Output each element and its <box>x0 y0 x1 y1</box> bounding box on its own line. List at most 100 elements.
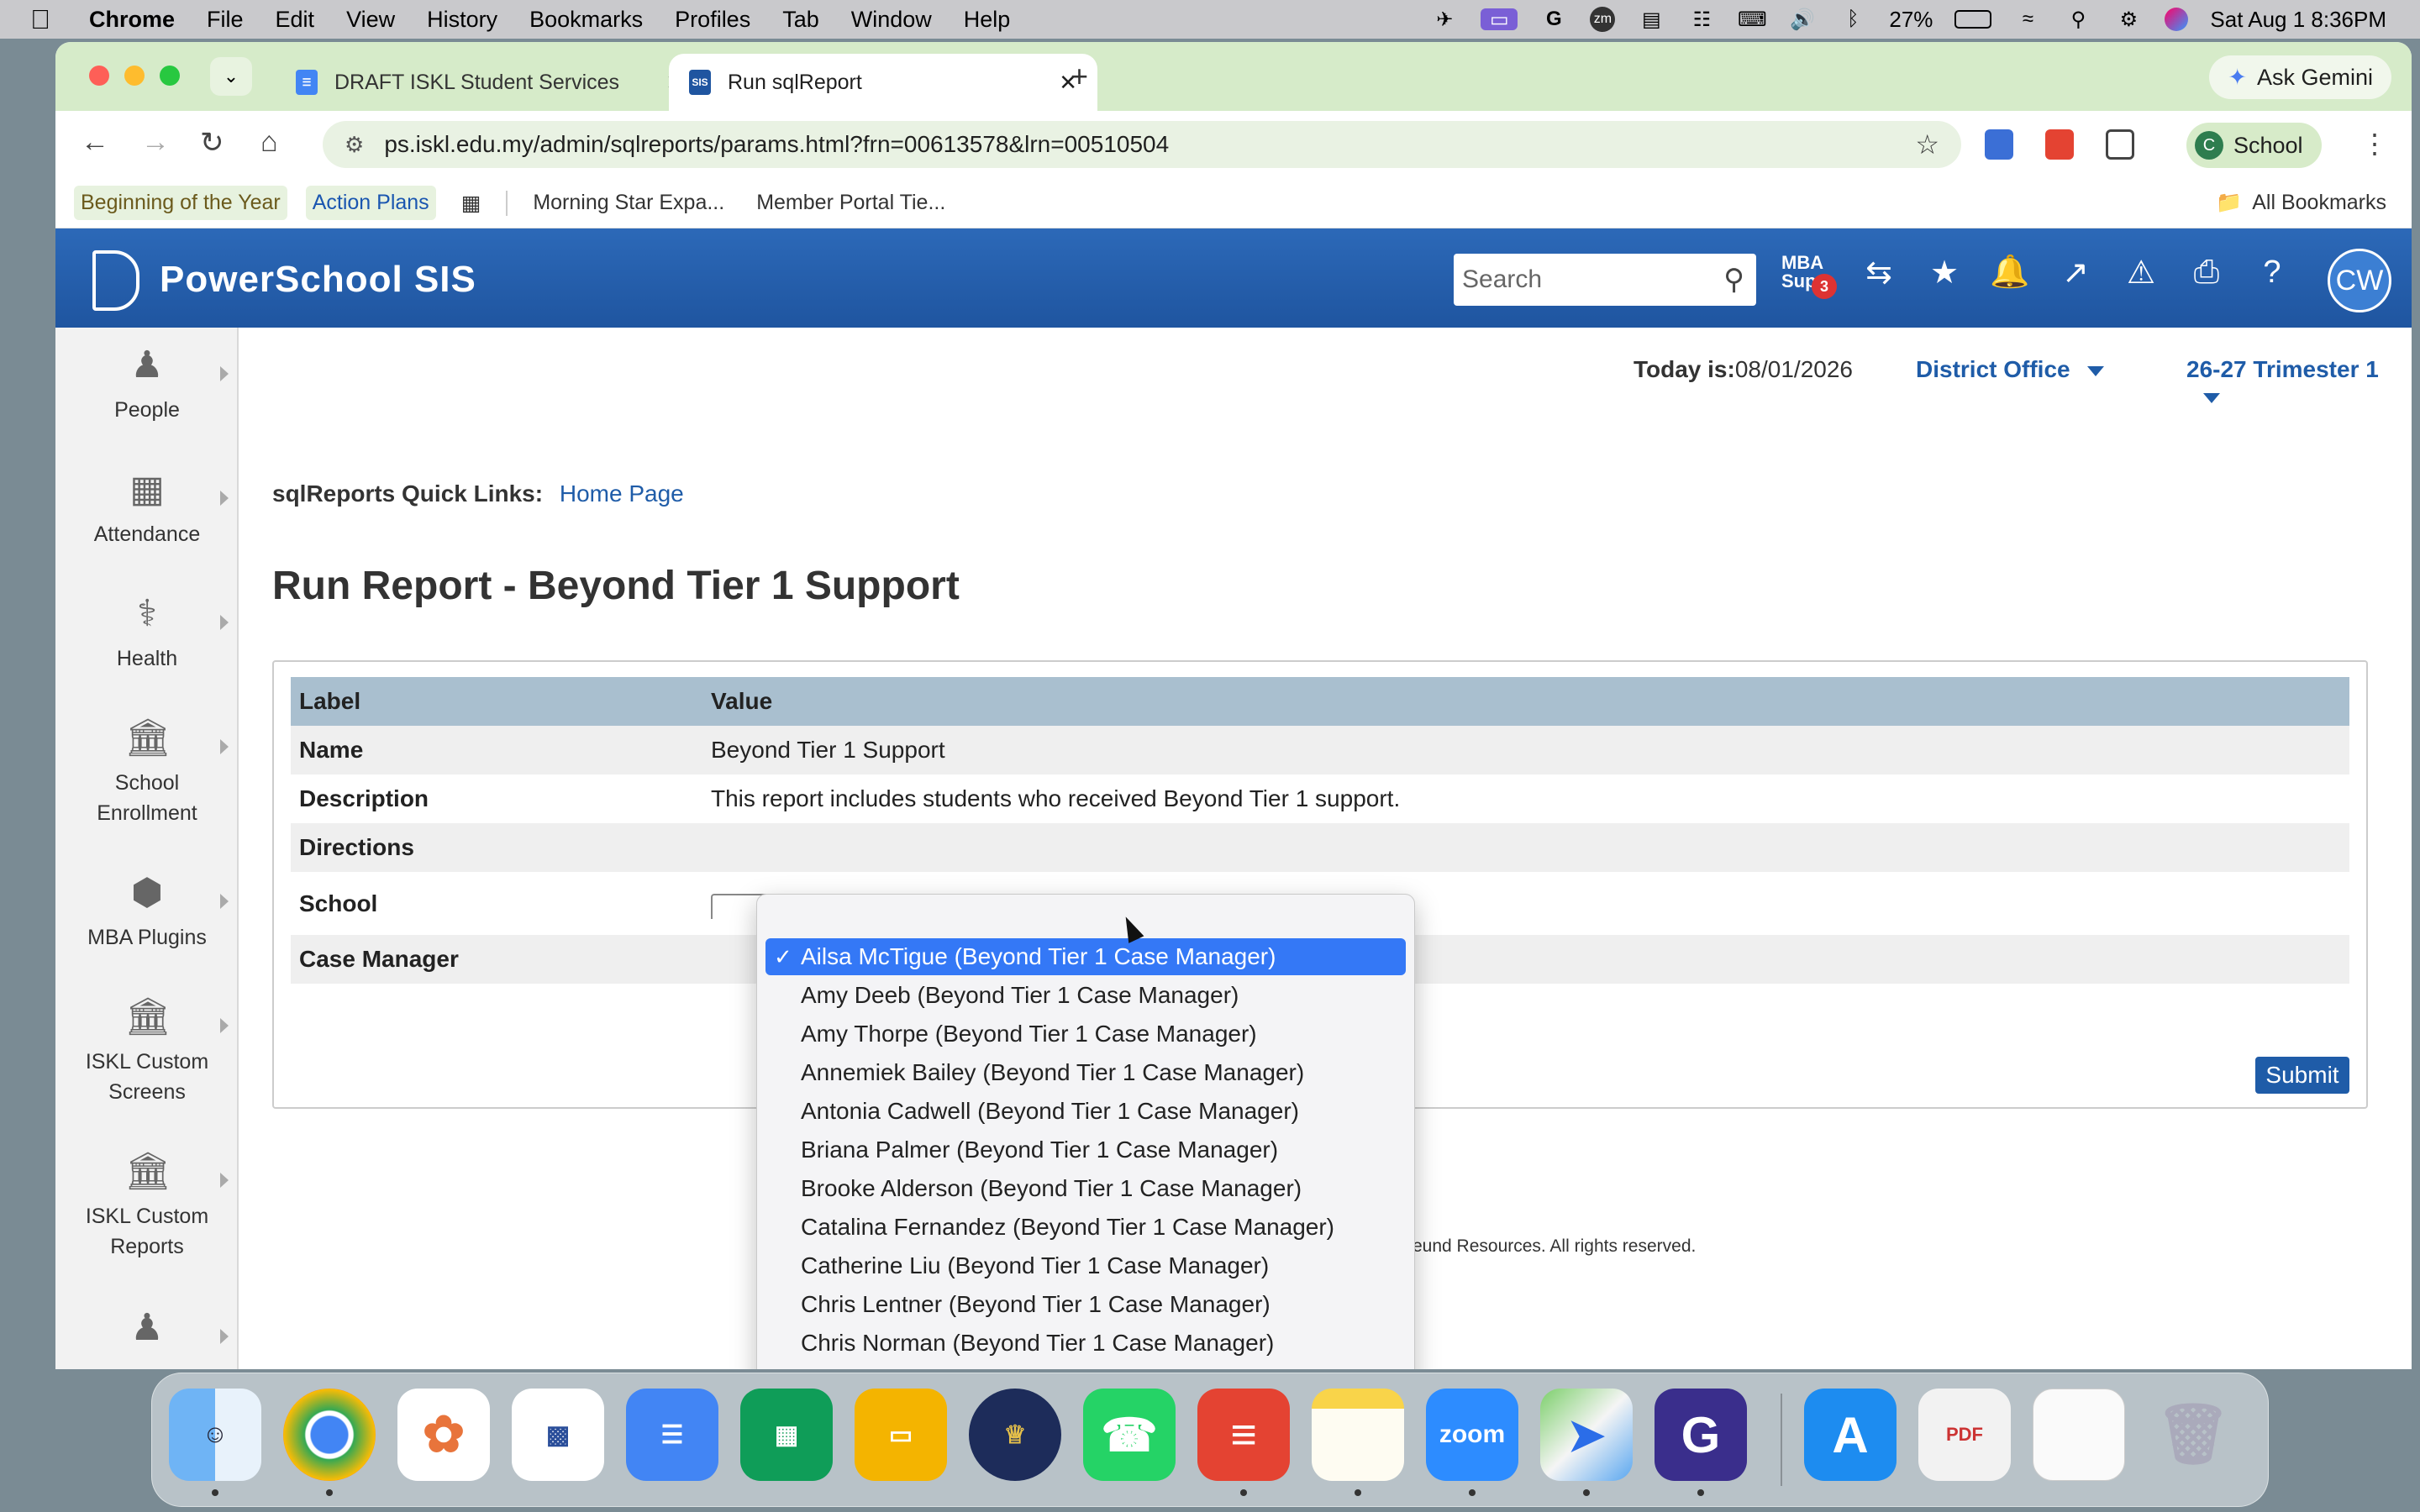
battery-icon[interactable] <box>1954 10 1992 29</box>
tab-search-button[interactable]: ⌄ <box>210 57 252 96</box>
nav-health[interactable]: ⚕ Health <box>55 591 239 674</box>
screen-mirror-icon[interactable]: ▭ <box>1481 8 1518 31</box>
keynote-presenter-icon[interactable]: ▩ <box>512 1389 604 1481</box>
wifi-icon[interactable]: ≈ <box>2013 8 2042 30</box>
nav-more[interactable]: ♟ <box>55 1305 239 1357</box>
google-slides-dock-icon[interactable]: ▭ <box>855 1389 947 1481</box>
menu-help[interactable]: Help <box>964 7 1011 33</box>
nav-iskl-custom-screens[interactable]: 🏛 ISKL Custom Screens <box>55 995 239 1107</box>
zoom-dock-icon[interactable]: zoom <box>1426 1389 1518 1481</box>
apps-grid-icon[interactable]: ▦ <box>455 186 488 221</box>
trash-icon[interactable]: 🗑 <box>2147 1389 2239 1481</box>
google-docs-dock-icon[interactable]: ☰ <box>626 1389 718 1481</box>
new-tab-icon[interactable]: + <box>1071 59 1088 94</box>
dropdown-option[interactable]: Brooke Alderson (Beyond Tier 1 Case Mana… <box>765 1170 1406 1207</box>
apple-menu-icon[interactable]:  <box>30 4 64 35</box>
bookmark-morning-star[interactable]: Morning Star Expa... <box>526 186 731 220</box>
user-avatar[interactable]: CW <box>2328 249 2391 312</box>
pdf-document-icon[interactable]: PDF <box>1918 1389 2011 1481</box>
switch-arrows-icon[interactable]: ⇆ <box>1860 254 1897 291</box>
dropdown-option[interactable]: ✓ Ailsa McTigue (Beyond Tier 1 Case Manag… <box>765 938 1406 975</box>
chrome-icon[interactable] <box>283 1389 376 1481</box>
mba-support-icon[interactable]: MBA Supp 3 <box>1781 254 1837 299</box>
header-search-input[interactable]: Search ⚲ <box>1454 254 1756 306</box>
powerschool-logo-icon[interactable] <box>92 250 139 311</box>
bookmark-beginning-of-year[interactable]: Beginning of the Year <box>74 186 287 220</box>
print-icon[interactable]: ⎙ <box>2188 254 2225 291</box>
back-arrow-icon[interactable]: ← <box>81 126 109 159</box>
google-sheets-dock-icon[interactable]: ▦ <box>740 1389 833 1481</box>
dropdown-option[interactable]: Annemiek Bailey (Beyond Tier 1 Case Mana… <box>765 1054 1406 1091</box>
control-center-icon[interactable]: ⚙ <box>2114 8 2143 31</box>
nav-attendance[interactable]: ▦ Attendance <box>55 467 239 549</box>
recent-window-icon[interactable] <box>2033 1389 2125 1481</box>
photos-icon[interactable]: ✿ <box>397 1389 490 1481</box>
menu-view[interactable]: View <box>346 7 395 33</box>
keyboard-input-icon[interactable]: ⌨ <box>1738 8 1767 31</box>
bookmark-member-portal[interactable]: Member Portal Tie... <box>750 186 952 220</box>
menu-app-name[interactable]: Chrome <box>89 7 175 33</box>
spotlight-search-icon[interactable]: ⚲ <box>2064 8 2092 31</box>
dropdown-option[interactable]: Antonia Cadwell (Beyond Tier 1 Case Mana… <box>765 1093 1406 1130</box>
address-bar[interactable]: ⚙ ps.iskl.edu.my/admin/sqlreports/params… <box>323 121 1961 168</box>
nav-mba-plugins[interactable]: ⬢ MBA Plugins <box>55 870 239 953</box>
extension-upload-icon[interactable] <box>1985 129 2013 160</box>
maps-icon[interactable]: ➤ <box>1540 1389 1633 1481</box>
help-icon[interactable]: ? <box>2254 254 2291 291</box>
tab-run-sqlreport[interactable]: SIS Run sqlReport ✕ <box>669 54 1097 111</box>
home-icon[interactable]: ⌂ <box>260 126 278 159</box>
search-icon[interactable]: ⚲ <box>1723 263 1744 297</box>
menu-window[interactable]: Window <box>851 7 932 33</box>
zoom-menubar-icon[interactable]: zm <box>1590 7 1616 32</box>
finder-icon[interactable]: ☺ <box>169 1389 261 1481</box>
wallet-icon[interactable]: ▤ <box>1637 8 1665 31</box>
airplane-icon[interactable]: ✈ <box>1430 8 1459 31</box>
notes-icon[interactable] <box>1312 1389 1404 1481</box>
menu-profiles[interactable]: Profiles <box>675 7 750 33</box>
case-manager-dropdown[interactable]: ✓ Ailsa McTigue (Beyond Tier 1 Case Manag… <box>756 894 1415 1369</box>
bookmark-star-icon[interactable]: ☆ <box>1915 129 1939 160</box>
menu-bookmarks[interactable]: Bookmarks <box>529 7 643 33</box>
dropdown-option[interactable]: Catherine Liu (Beyond Tier 1 Case Manage… <box>765 1247 1406 1284</box>
stack-icon[interactable]: ☷ <box>1687 8 1716 31</box>
school-selector[interactable]: District Office <box>1916 356 2104 383</box>
school-crest-icon[interactable]: ♕ <box>969 1389 1061 1481</box>
menu-history[interactable]: History <box>427 7 497 33</box>
menubar-clock[interactable]: Sat Aug 1 8:36PM <box>2210 7 2386 33</box>
extension-todoist-icon[interactable] <box>2045 129 2074 160</box>
dropdown-option[interactable]: Chris Norman (Beyond Tier 1 Case Manager… <box>765 1325 1406 1362</box>
favorites-star-icon[interactable]: ★ <box>1926 254 1963 291</box>
bluetooth-icon[interactable]: ᛒ <box>1839 8 1867 30</box>
powerschool-title[interactable]: PowerSchool SIS <box>160 259 476 301</box>
todoist-icon[interactable]: ≡ <box>1197 1389 1290 1481</box>
dropdown-option[interactable]: Amy Thorpe (Beyond Tier 1 Case Manager) <box>765 1016 1406 1053</box>
menu-file[interactable]: File <box>207 7 244 33</box>
siri-icon[interactable] <box>2165 8 2189 31</box>
submit-button[interactable]: Submit <box>2255 1057 2349 1094</box>
site-info-icon[interactable]: ⚙ <box>345 132 364 158</box>
ask-gemini-button[interactable]: ✦ Ask Gemini <box>2209 55 2391 99</box>
menu-edit[interactable]: Edit <box>276 7 315 33</box>
alert-warning-icon[interactable]: ⚠ <box>2123 254 2160 291</box>
close-window-button[interactable] <box>89 66 109 86</box>
menu-tab[interactable]: Tab <box>782 7 819 33</box>
nav-iskl-custom-reports[interactable]: 🏛 ISKL Custom Reports <box>55 1149 239 1262</box>
extensions-puzzle-icon[interactable] <box>2106 129 2134 160</box>
whatsapp-icon[interactable]: ☎ <box>1083 1389 1176 1481</box>
dropdown-option[interactable]: Chris Lentner (Beyond Tier 1 Case Manage… <box>765 1286 1406 1323</box>
bookmark-action-plans[interactable]: Action Plans <box>305 186 436 220</box>
grammarly-icon[interactable]: G <box>1539 8 1568 30</box>
nav-school-enrollment[interactable]: 🏛 School Enrollment <box>55 716 239 828</box>
external-link-icon[interactable]: ↗ <box>2057 254 2094 291</box>
more-menu-icon[interactable]: ⋮ <box>2361 128 2388 160</box>
nav-people[interactable]: ♟ People <box>55 343 239 425</box>
minimize-window-button[interactable] <box>124 66 145 86</box>
grammarly-dock-icon[interactable]: G <box>1655 1389 1747 1481</box>
dropdown-option[interactable]: Catalina Fernandez (Beyond Tier 1 Case M… <box>765 1209 1406 1246</box>
tab-draft-iskl[interactable]: ☰ DRAFT ISKL Student Services ✕ <box>276 54 704 111</box>
zoom-window-button[interactable] <box>160 66 180 86</box>
app-store-icon[interactable]: A <box>1804 1389 1897 1481</box>
dropdown-option[interactable]: Amy Deeb (Beyond Tier 1 Case Manager) <box>765 977 1406 1014</box>
profile-button[interactable]: C School <box>2186 123 2322 168</box>
home-page-link[interactable]: Home Page <box>560 480 684 507</box>
